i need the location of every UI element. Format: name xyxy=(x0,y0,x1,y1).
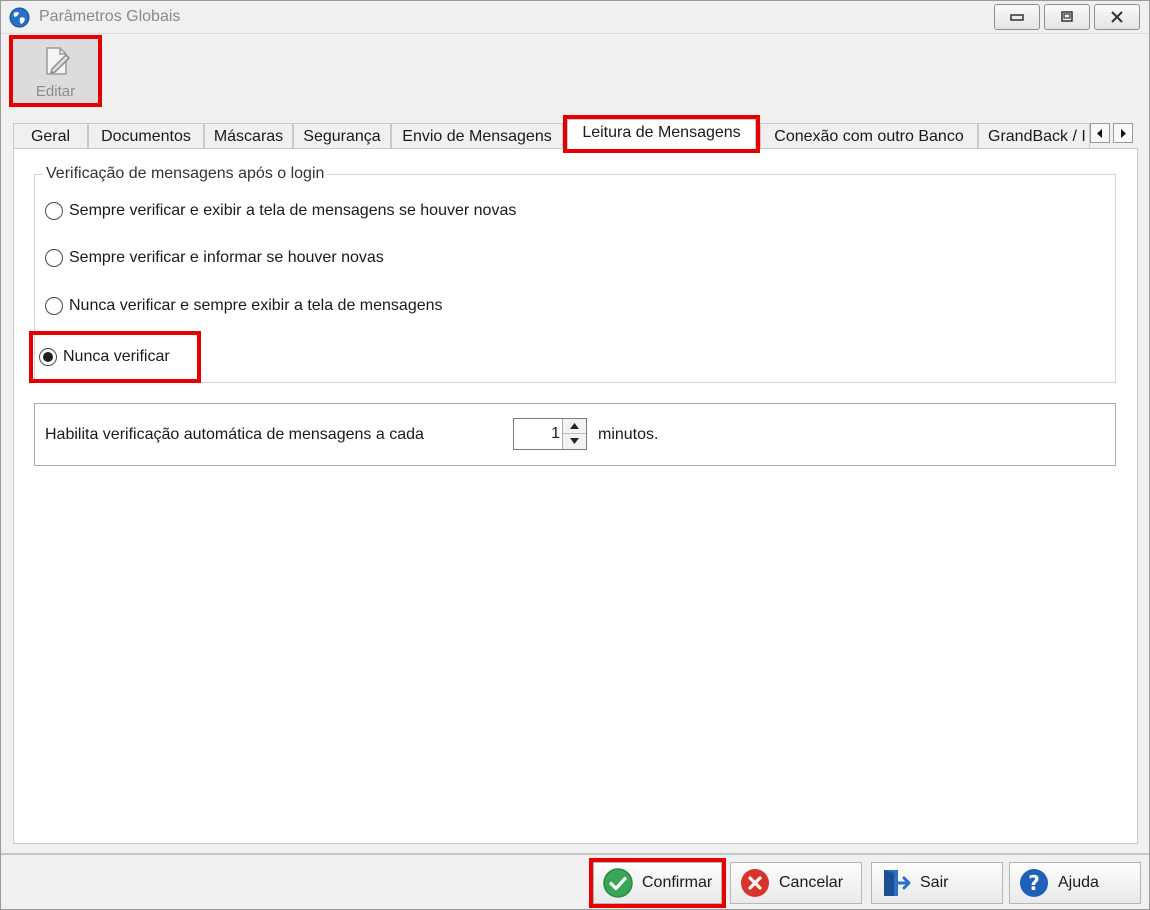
title-bar: Parâmetros Globais xyxy=(1,1,1149,34)
interval-unit-label: minutos. xyxy=(598,426,659,443)
bottom-button-bar: Confirmar Cancelar Sair ? Ajuda xyxy=(1,853,1149,909)
radio-option-always-inform[interactable]: Sempre verificar e informar se houver no… xyxy=(45,246,384,270)
edit-button-label: Editar xyxy=(35,83,76,100)
tab-leitura-de-mensagens[interactable]: Leitura de Mensagens xyxy=(563,115,760,153)
toolbar: Editar xyxy=(1,35,1149,109)
auto-check-groupbox: Habilita verificação automática de mensa… xyxy=(34,403,1116,466)
spin-down-icon xyxy=(570,438,579,444)
arrow-left-icon xyxy=(1097,129,1102,138)
radio-label: Sempre verificar e exibir a tela de mens… xyxy=(69,202,517,219)
exit-door-icon xyxy=(884,870,911,896)
tab-label: Documentos xyxy=(101,128,191,145)
radio-option-never-check[interactable]: Nunca verificar xyxy=(29,331,201,383)
parametros-globais-window: Parâmetros Globais Editar Geral Document… xyxy=(0,0,1150,910)
tab-grandback[interactable]: GrandBack / I xyxy=(978,123,1090,149)
globe-icon xyxy=(9,7,30,28)
radio-button[interactable] xyxy=(45,297,63,315)
tab-mascaras[interactable]: Máscaras xyxy=(204,123,293,149)
exit-button[interactable]: Sair xyxy=(871,862,1003,904)
restore-icon xyxy=(1061,11,1073,22)
help-button[interactable]: ? Ajuda xyxy=(1009,862,1141,904)
arrow-right-icon xyxy=(1121,129,1126,138)
minimize-button[interactable] xyxy=(994,4,1040,30)
radio-option-never-check-always-show[interactable]: Nunca verificar e sempre exibir a tela d… xyxy=(45,294,443,318)
tab-label: Conexão com outro Banco xyxy=(774,128,964,145)
interval-value[interactable]: 1 xyxy=(514,425,560,443)
radio-button-selected[interactable] xyxy=(39,348,57,366)
tab-label: Leitura de Mensagens xyxy=(582,124,741,141)
close-icon xyxy=(1111,11,1123,23)
tab-conexao-com-outro-banco[interactable]: Conexão com outro Banco xyxy=(760,123,978,149)
tab-scroll-left-button[interactable] xyxy=(1090,123,1110,143)
tab-content-leitura-de-mensagens: Verificação de mensagens após o login Se… xyxy=(13,148,1138,844)
check-circle-icon xyxy=(603,868,633,898)
tab-documentos[interactable]: Documentos xyxy=(88,123,204,149)
tab-label: Segurança xyxy=(303,128,381,145)
confirm-button[interactable]: Confirmar xyxy=(589,858,726,908)
tab-label: GrandBack / I xyxy=(988,128,1086,145)
tab-label: Máscaras xyxy=(213,128,284,145)
tab-envio-de-mensagens[interactable]: Envio de Mensagens xyxy=(391,123,563,149)
minimize-icon xyxy=(1010,14,1024,21)
cancel-button[interactable]: Cancelar xyxy=(730,862,862,904)
help-question-icon: ? xyxy=(1020,869,1048,897)
spin-up-button[interactable] xyxy=(563,419,586,434)
radio-button[interactable] xyxy=(45,202,63,220)
radio-label: Sempre verificar e informar se houver no… xyxy=(69,249,384,266)
svg-text:?: ? xyxy=(1028,871,1040,895)
spin-down-button[interactable] xyxy=(563,434,586,449)
tab-label: Envio de Mensagens xyxy=(402,128,552,145)
tab-scroll-right-button[interactable] xyxy=(1113,123,1133,143)
spin-buttons xyxy=(562,419,586,449)
help-label: Ajuda xyxy=(1058,874,1099,891)
tab-bar: Geral Documentos Máscaras Segurança Envi… xyxy=(13,115,1138,153)
cancel-label: Cancelar xyxy=(779,874,844,891)
login-check-legend: Verificação de mensagens após o login xyxy=(43,165,328,183)
confirm-label: Confirmar xyxy=(642,874,713,891)
radio-button[interactable] xyxy=(45,249,63,267)
close-button[interactable] xyxy=(1094,4,1140,30)
window-title: Parâmetros Globais xyxy=(39,8,181,25)
radio-option-always-show[interactable]: Sempre verificar e exibir a tela de mens… xyxy=(45,199,516,223)
tab-seguranca[interactable]: Segurança xyxy=(293,123,391,149)
interval-spin-edit[interactable]: 1 xyxy=(513,418,587,450)
radio-label: Nunca verificar xyxy=(63,348,170,365)
spin-up-icon xyxy=(570,423,579,429)
cancel-circle-icon xyxy=(741,869,769,897)
restore-button[interactable] xyxy=(1044,4,1090,30)
login-check-groupbox: Verificação de mensagens após o login Se… xyxy=(29,165,1116,383)
auto-check-label: Habilita verificação automática de mensa… xyxy=(45,426,424,443)
radio-label: Nunca verificar e sempre exibir a tela d… xyxy=(69,297,443,314)
exit-label: Sair xyxy=(920,874,949,891)
edit-document-icon xyxy=(46,47,71,75)
tab-geral[interactable]: Geral xyxy=(13,123,88,149)
edit-button[interactable]: Editar xyxy=(9,35,102,107)
tab-label: Geral xyxy=(30,128,71,145)
